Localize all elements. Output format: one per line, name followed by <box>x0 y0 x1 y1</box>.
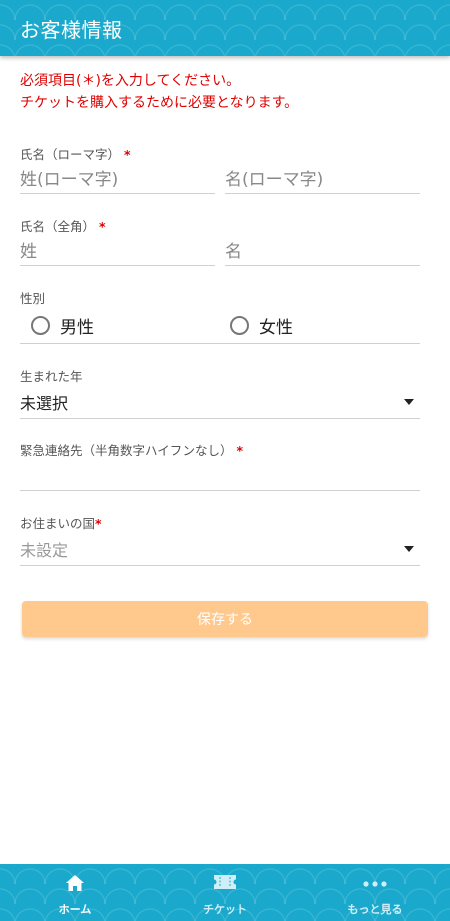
radio-circle-icon[interactable] <box>31 316 50 335</box>
radio-circle-icon[interactable] <box>230 316 249 335</box>
gender-radio-group: 男性 女性 <box>20 310 420 344</box>
gender-option-male[interactable]: 男性 <box>31 313 94 338</box>
app-header: お客様情報 <box>0 0 450 56</box>
tab-more[interactable]: もっと見る <box>300 864 450 921</box>
country-select[interactable]: 未設定 <box>20 535 420 566</box>
country-label: お住まいの国* <box>20 516 102 531</box>
notice-line-2: チケットを購入するために必要となります。 <box>20 95 299 111</box>
required-notice: 必須項目(＊)を入力してください。 チケットを購入するために必要となります。 <box>20 70 298 114</box>
gender-label: 性別 <box>20 291 46 306</box>
birth-year-label: 生まれた年 <box>20 369 83 384</box>
home-icon <box>0 874 150 894</box>
gender-option-female[interactable]: 女性 <box>230 313 293 338</box>
fullwidth-name-label: 氏名（全角） * <box>20 219 106 234</box>
ticket-icon <box>150 874 300 894</box>
required-mark: * <box>99 219 106 234</box>
tab-home[interactable]: ホーム <box>0 864 150 921</box>
bottom-tab-bar: ホーム チケット もっと見る <box>0 864 450 921</box>
dropdown-arrow-icon <box>404 546 414 552</box>
required-mark: * <box>236 443 244 458</box>
romaji-first-name-input[interactable]: 名(ローマ字) <box>225 163 420 194</box>
emergency-contact-label: 緊急連絡先（半角数字ハイフンなし） * <box>20 443 244 458</box>
romaji-last-name-input[interactable]: 姓(ローマ字) <box>20 163 215 194</box>
required-mark: * <box>95 516 102 531</box>
tab-ticket[interactable]: チケット <box>150 864 300 921</box>
save-button[interactable]: 保存する <box>22 601 428 637</box>
dropdown-arrow-icon <box>404 399 414 405</box>
notice-line-1: 必須項目(＊)を入力してください。 <box>20 73 241 89</box>
birth-year-select[interactable]: 未選択 <box>20 388 420 419</box>
more-icon <box>300 874 450 894</box>
required-mark: * <box>124 147 131 162</box>
fullwidth-first-name-input[interactable]: 名 <box>225 235 420 266</box>
fullwidth-last-name-input[interactable]: 姓 <box>20 235 215 266</box>
emergency-contact-input[interactable] <box>20 460 420 491</box>
page-title: お客様情報 <box>20 18 123 42</box>
romaji-name-label: 氏名（ローマ字） * <box>20 147 131 162</box>
